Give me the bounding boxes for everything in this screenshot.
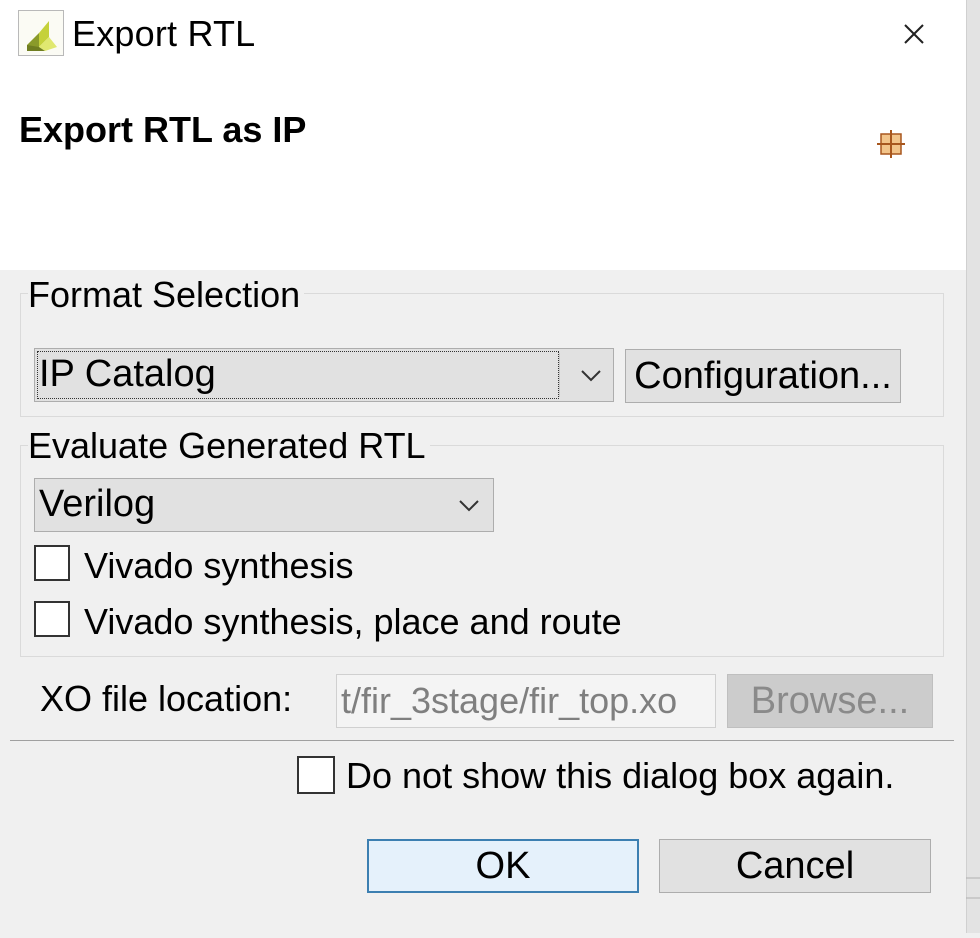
evaluate-rtl-legend: Evaluate Generated RTL bbox=[28, 425, 430, 467]
xo-file-field[interactable]: t/fir_3stage/fir_top.xo bbox=[336, 674, 716, 728]
chevron-down-icon bbox=[581, 370, 601, 382]
window-title: Export RTL bbox=[72, 13, 256, 54]
window-edge bbox=[966, 0, 980, 933]
language-select[interactable]: Verilog bbox=[34, 478, 494, 532]
chevron-down-icon bbox=[459, 500, 479, 512]
xilinx-logo-icon bbox=[18, 10, 64, 56]
dont-show-checkbox[interactable] bbox=[297, 756, 335, 794]
vivado-place-route-checkbox[interactable] bbox=[34, 601, 70, 637]
language-select-value: Verilog bbox=[39, 483, 156, 525]
title-bar: Export RTL bbox=[0, 0, 966, 68]
header-title: Export RTL as IP bbox=[19, 109, 307, 150]
ok-button[interactable]: OK bbox=[367, 839, 639, 893]
vivado-synthesis-label: Vivado synthesis bbox=[84, 545, 354, 586]
dialog-header: Export RTL as IP bbox=[0, 68, 966, 270]
xo-file-label: XO file location: bbox=[40, 678, 293, 719]
browse-button[interactable]: Browse... bbox=[727, 674, 933, 728]
resize-grip[interactable] bbox=[966, 870, 980, 933]
dont-show-label: Do not show this dialog box again. bbox=[346, 755, 895, 796]
format-select[interactable]: IP Catalog bbox=[34, 348, 614, 402]
format-selection-legend: Format Selection bbox=[28, 274, 305, 316]
crosshair-grid-icon bbox=[877, 130, 905, 158]
format-select-value: IP Catalog bbox=[39, 353, 216, 395]
close-icon bbox=[904, 24, 924, 44]
vivado-synthesis-checkbox[interactable] bbox=[34, 545, 70, 581]
vivado-place-route-label: Vivado synthesis, place and route bbox=[84, 601, 622, 642]
combo-divider bbox=[559, 353, 560, 397]
cancel-button[interactable]: Cancel bbox=[659, 839, 931, 893]
configuration-button[interactable]: Configuration... bbox=[625, 349, 901, 403]
close-button[interactable] bbox=[892, 12, 936, 56]
separator bbox=[10, 740, 954, 741]
